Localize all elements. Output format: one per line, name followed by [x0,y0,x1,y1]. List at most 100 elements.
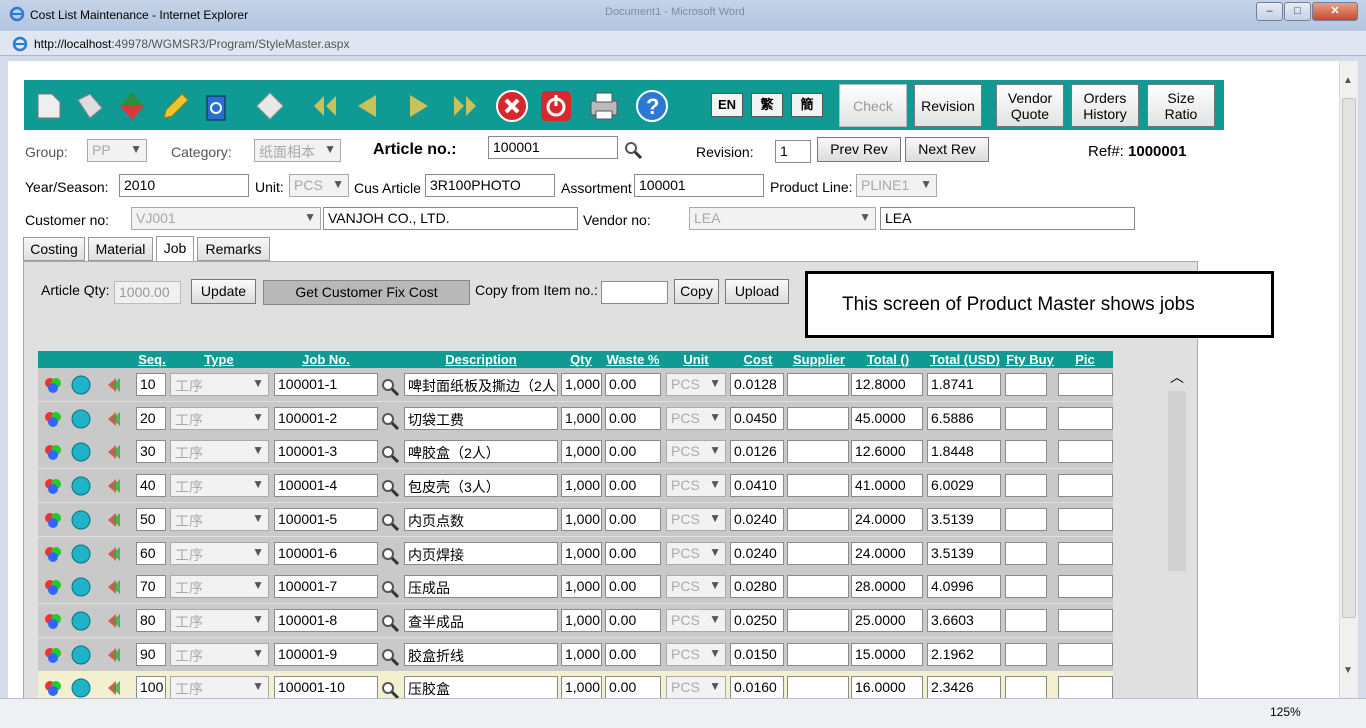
scroll-up-icon[interactable]: ︿ [1170,367,1184,387]
sphere-icon[interactable] [71,442,91,462]
total-usd-input[interactable]: 2.1962 [927,642,1001,666]
type-select[interactable]: 工序 ▼ [170,474,269,498]
move-row-icon[interactable] [104,442,124,462]
waste-input[interactable]: 0.00 [605,440,661,464]
total-input[interactable]: 25.0000 [851,608,923,632]
tab-job[interactable]: Job [156,236,194,262]
fty-buy-input[interactable] [1005,608,1047,632]
job-no-input[interactable]: 100001-5 [274,507,378,531]
search-icon[interactable] [381,547,399,565]
type-select[interactable]: 工序 ▼ [170,406,269,430]
recycle-bin-icon[interactable] [198,88,234,124]
header-unit[interactable]: Unit [666,352,726,367]
qty-input[interactable]: 1,000 [561,541,602,565]
tab-material[interactable]: Material [88,237,153,261]
maximize-button[interactable]: □ [1284,2,1311,21]
minimize-button[interactable]: – [1256,2,1283,21]
move-row-icon[interactable] [104,611,124,631]
pic-input[interactable] [1058,474,1113,498]
cost-input[interactable]: 0.0450 [730,406,784,430]
total-usd-input[interactable]: 3.5139 [927,507,1001,531]
first-record-icon[interactable] [306,88,342,124]
type-select[interactable]: 工序 ▼ [170,440,269,464]
cost-input[interactable]: 0.0160 [730,676,784,698]
waste-input[interactable]: 0.00 [605,373,661,396]
sphere-icon[interactable] [71,611,91,631]
description-input[interactable]: 包皮壳（3人） [404,474,558,498]
type-select[interactable]: 工序 ▼ [170,575,269,599]
prev-rev-button[interactable]: Prev Rev [817,137,901,162]
total-input[interactable]: 15.0000 [851,642,923,666]
copy-button[interactable]: Copy [674,279,719,304]
check-button[interactable]: Check [839,84,907,127]
supplier-input[interactable] [787,608,849,632]
search-icon[interactable] [381,445,399,464]
pic-input[interactable] [1058,642,1113,666]
page-scroll-down-icon[interactable]: ▼ [1343,665,1353,676]
header-pic[interactable]: Pic [1058,352,1112,367]
move-row-icon[interactable] [104,544,124,564]
next-rev-button[interactable]: Next Rev [905,137,989,162]
move-row-icon[interactable] [104,510,124,530]
unit-select[interactable]: PCS ▼ [666,575,726,599]
vendor-no-select[interactable]: LEA ▼ [689,207,876,230]
sphere-icon[interactable] [71,510,91,530]
header-fty-buy[interactable]: Fty Buy [1005,352,1055,367]
copy-from-input[interactable] [601,281,668,304]
language-simplified-button[interactable]: 簡 [791,93,823,117]
fty-buy-input[interactable] [1005,676,1047,698]
get-customer-fix-cost-button[interactable]: Get Customer Fix Cost [263,280,470,305]
seq-input[interactable]: 40 [136,474,166,498]
job-no-input[interactable]: 100001-9 [274,642,378,666]
edit-pencil-icon[interactable] [156,88,192,124]
color-wheel-icon[interactable] [43,678,63,698]
header-total-usd[interactable]: Total (USD) [927,352,1003,367]
search-icon[interactable] [381,378,399,396]
search-icon[interactable] [381,614,399,632]
total-usd-input[interactable]: 4.0996 [927,575,1001,599]
type-select[interactable]: 工序 ▼ [170,608,269,632]
seq-input[interactable]: 10 [136,373,166,396]
unit-select[interactable]: PCS ▼ [666,642,726,666]
waste-input[interactable]: 0.00 [605,575,661,599]
year-season-input[interactable]: 2010 [119,174,249,197]
total-input[interactable]: 41.0000 [851,474,923,498]
eraser-icon[interactable] [252,88,288,124]
color-wheel-icon[interactable] [43,645,63,665]
swap-arrows-icon[interactable] [114,88,150,124]
upload-button[interactable]: Upload [725,279,789,304]
customer-name-input[interactable]: VANJOH CO., LTD. [323,207,578,230]
article-input[interactable]: 100001 [488,136,618,159]
total-input[interactable]: 12.6000 [851,440,923,464]
qty-input[interactable]: 1,000 [561,676,602,698]
sphere-icon[interactable] [71,645,91,665]
supplier-input[interactable] [787,440,849,464]
seq-input[interactable]: 20 [136,406,166,430]
pic-input[interactable] [1058,541,1113,565]
language-en-button[interactable]: EN [711,93,743,117]
supplier-input[interactable] [787,575,849,599]
qty-input[interactable]: 1,000 [561,575,602,599]
header-description[interactable]: Description [404,352,558,367]
last-record-icon[interactable] [448,88,484,124]
total-usd-input[interactable]: 1.8448 [927,440,1001,464]
new-document-icon[interactable] [30,88,66,124]
color-wheel-icon[interactable] [43,510,63,530]
close-window-button[interactable]: ✕ [1312,2,1358,21]
total-usd-input[interactable]: 2.3426 [927,676,1001,698]
search-icon[interactable] [381,580,399,599]
seq-input[interactable]: 70 [136,575,166,599]
header-job-no[interactable]: Job No. [274,352,378,367]
sphere-icon[interactable] [71,678,91,698]
move-row-icon[interactable] [104,678,124,698]
color-wheel-icon[interactable] [43,476,63,496]
cost-input[interactable]: 0.0240 [730,507,784,531]
supplier-input[interactable] [787,541,849,565]
move-row-icon[interactable] [104,375,124,395]
header-cost[interactable]: Cost [731,352,785,367]
grid-scrollbar[interactable]: ︿ [1168,367,1186,697]
revision-button[interactable]: Revision [914,84,982,127]
supplier-input[interactable] [787,406,849,430]
description-input[interactable]: 内页焊接 [404,541,558,565]
article-qty-input[interactable]: 1000.00 [114,281,181,304]
